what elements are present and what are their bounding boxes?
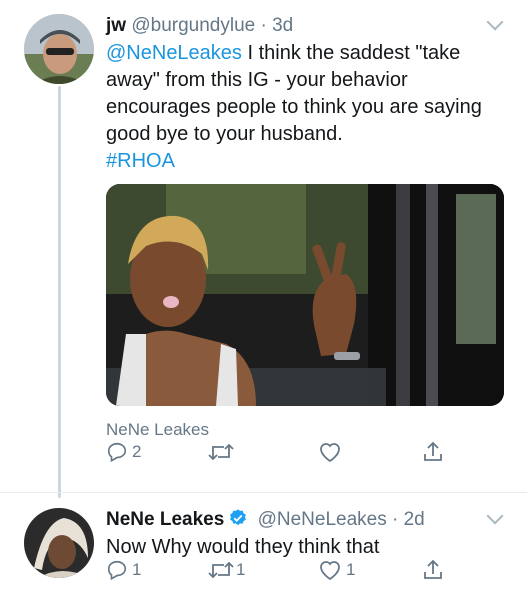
- tweet1-share-button[interactable]: [422, 440, 444, 464]
- tweet2-share-button[interactable]: [422, 558, 444, 582]
- tweet1-hashtag[interactable]: #RHOA: [106, 150, 175, 172]
- avatar-jw[interactable]: [24, 14, 94, 84]
- tweet1-author-name[interactable]: jw: [106, 15, 126, 36]
- like-icon: [320, 561, 340, 581]
- tweet1-handle[interactable]: @burgundylue: [131, 15, 255, 36]
- thread-line: [58, 86, 61, 498]
- share-icon: [424, 559, 442, 579]
- tweet1-body: @NeNeLeakes I think the saddest "take aw…: [106, 40, 506, 175]
- chevron-down-icon[interactable]: [486, 13, 504, 31]
- tweet2-like-count: 1: [346, 560, 356, 579]
- tweet2-time[interactable]: 2d: [404, 509, 425, 530]
- share-icon: [424, 441, 442, 461]
- tweet2-author-name[interactable]: NeNe Leakes: [106, 509, 224, 530]
- tweet1-like-button[interactable]: [318, 441, 342, 463]
- tweet1-media-photo[interactable]: [106, 184, 504, 406]
- avatar-neneleakes[interactable]: [24, 508, 94, 578]
- tweet1-header: jw @burgundylue · 3d: [106, 14, 293, 38]
- tweet2-header: NeNe Leakes @NeNeLeakes · 2d: [106, 508, 425, 532]
- chevron-down-icon[interactable]: [486, 507, 504, 525]
- reply-icon: [107, 560, 127, 581]
- avatar-image: [24, 508, 94, 578]
- like-icon: [320, 443, 340, 463]
- media-photo-image: [106, 184, 504, 406]
- tweet1-separator: ·: [260, 15, 267, 36]
- retweet-icon: [208, 443, 234, 461]
- retweet-icon: [208, 561, 234, 579]
- avatar-image: [24, 14, 94, 84]
- tweet2-reply-count: 1: [132, 560, 142, 579]
- tweet2-text: Now Why would they think that: [106, 536, 380, 558]
- tweet1-media-caption[interactable]: NeNe Leakes: [106, 420, 209, 440]
- tweet2-retweet-count: 1: [236, 560, 246, 579]
- tweet2-retweet-button[interactable]: 1: [208, 559, 245, 581]
- reply-icon: [107, 442, 127, 463]
- tweet1-reply-count: 2: [132, 442, 142, 461]
- tweet2-reply-button[interactable]: 1: [106, 559, 141, 581]
- tweet-divider: [0, 492, 527, 493]
- tweet1-time[interactable]: 3d: [272, 15, 293, 36]
- tweet2-like-button[interactable]: 1: [318, 559, 355, 581]
- tweet2-handle[interactable]: @NeNeLeakes: [258, 509, 387, 530]
- tweet1-mention[interactable]: @NeNeLeakes: [106, 42, 242, 64]
- verified-badge-icon: [230, 509, 247, 526]
- tweet1-reply-button[interactable]: 2: [106, 441, 141, 463]
- tweet1-retweet-button[interactable]: [208, 441, 234, 463]
- tweet2-separator: ·: [392, 509, 399, 530]
